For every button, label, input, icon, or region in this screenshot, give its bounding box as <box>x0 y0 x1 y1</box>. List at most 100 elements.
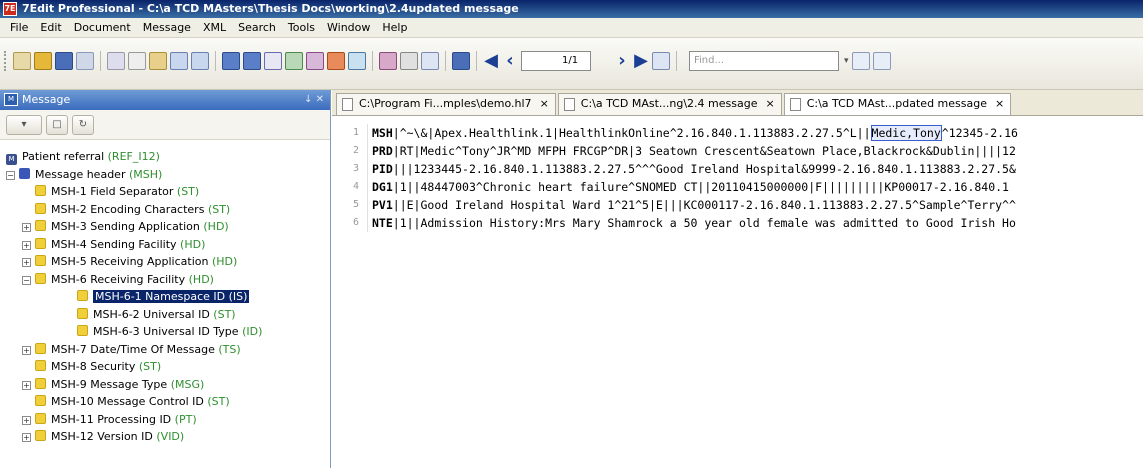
panel-controls[interactable]: ↓ ✕ <box>304 90 324 110</box>
goto-icon[interactable] <box>652 52 670 70</box>
tree-component-item[interactable]: MSH-6-2 Universal ID (ST) <box>0 306 330 324</box>
tree-field-item[interactable]: + MSH-11 Processing ID (PT) <box>0 411 330 429</box>
menu-edit[interactable]: Edit <box>34 18 67 38</box>
copy-icon[interactable] <box>128 52 146 70</box>
message-node-icon: M <box>6 154 17 165</box>
tree-field-item[interactable]: + MSH-3 Sending Application (HD) <box>0 218 330 236</box>
previous-message-icon[interactable]: ‹ <box>502 52 518 70</box>
tab-updated-message[interactable]: C:\a TCD MAst...pdated message × <box>783 93 1012 115</box>
code-text: DG1|1||48447003^Chronic heart failure^SN… <box>368 178 1009 196</box>
first-message-icon[interactable]: ◀ <box>483 52 499 70</box>
tab-close-icon[interactable]: × <box>765 97 774 110</box>
expand-icon[interactable]: + <box>22 258 31 267</box>
tools-icon[interactable] <box>327 52 345 70</box>
print-icon[interactable] <box>400 52 418 70</box>
tree-root[interactable]: M Patient referral (REF_I12) <box>0 148 330 166</box>
code-line[interactable]: 6 NTE|1||Admission History:Mrs Mary Sham… <box>332 214 1143 232</box>
segment-tools-icon[interactable]: ▾ <box>6 114 42 135</box>
selected-node[interactable]: MSH-6-1 Namespace ID (IS) <box>93 290 250 303</box>
menu-window[interactable]: Window <box>321 18 376 38</box>
expand-icon[interactable]: + <box>22 433 31 442</box>
tree-field-item[interactable]: MSH-10 Message Control ID (ST) <box>0 393 330 411</box>
toolbar-grip[interactable] <box>4 51 7 71</box>
collapse-icon[interactable]: − <box>22 275 31 285</box>
open-folder-icon[interactable] <box>34 52 52 70</box>
tree-component-type: (ST) <box>213 307 236 321</box>
editor-area: C:\Program Fi...mples\demo.hl7 × C:\a TCD… <box>332 90 1143 468</box>
tree-field-item[interactable]: MSH-8 Security (ST) <box>0 358 330 376</box>
menu-xml[interactable]: XML <box>197 18 232 38</box>
database-icon[interactable] <box>379 52 397 70</box>
paste-icon[interactable] <box>149 52 167 70</box>
tab-demo-hl7[interactable]: C:\Program Fi...mples\demo.hl7 × <box>336 93 556 115</box>
receive-icon[interactable] <box>306 52 324 70</box>
code-line[interactable]: 3 PID|||1233445-2.16.840.1.113883.2.27.5… <box>332 160 1143 178</box>
collapse-icon[interactable]: □ <box>46 114 68 135</box>
menu-tools[interactable]: Tools <box>282 18 321 38</box>
expand-icon[interactable]: + <box>22 415 31 425</box>
tree-field-item[interactable]: − MSH-6 Receiving Facility (HD) <box>0 271 330 289</box>
toolbar-separator <box>445 51 446 71</box>
tree-field-item[interactable]: MSH-1 Field Separator (ST) <box>0 183 330 201</box>
page-input[interactable]: 1/1 <box>521 51 591 71</box>
print-preview-icon[interactable] <box>421 52 439 70</box>
validate-icon[interactable] <box>264 52 282 70</box>
connect-icon[interactable] <box>348 52 366 70</box>
save-all-icon[interactable] <box>76 52 94 70</box>
next-message-icon[interactable]: › <box>614 52 630 70</box>
find-dropdown-icon[interactable]: ▾ <box>844 56 849 66</box>
tree-field-label: MSH-7 Date/Time Of Message <box>51 342 215 356</box>
tab-close-icon[interactable]: × <box>540 97 549 110</box>
refresh-icon[interactable]: ↻ <box>72 114 94 135</box>
find-icon[interactable] <box>851 52 870 70</box>
code-line[interactable]: 5 PV1||E|Good Ireland Hospital Ward 1^21… <box>332 196 1143 214</box>
tree-field-item[interactable]: + MSH-7 Date/Time Of Message (TS) <box>0 341 330 359</box>
menu-document[interactable]: Document <box>68 18 137 38</box>
tab-close-icon[interactable]: × <box>995 97 1004 110</box>
tree-field-item[interactable]: + MSH-12 Version ID (VID) <box>0 428 330 446</box>
tree-component-item[interactable]: MSH-6-3 Universal ID Type (ID) <box>0 323 330 341</box>
expand-icon[interactable]: + <box>22 345 31 355</box>
field-icon <box>35 220 46 231</box>
component-icon <box>77 307 88 319</box>
code-line[interactable]: 1 MSH|^~\&|Apex.Healthlink.1|HealthlinkO… <box>332 124 1143 142</box>
tree-field-item[interactable]: + MSH-9 Message Type (MSG) <box>0 376 330 394</box>
save-icon[interactable] <box>55 52 73 70</box>
tree-field-type: (HD) <box>180 237 206 251</box>
tree-component-item[interactable]: MSH-6-1 Namespace ID (IS) <box>0 288 330 306</box>
selected-field[interactable]: Medic,Tony <box>870 125 942 141</box>
last-message-icon[interactable]: ▶ <box>633 52 649 70</box>
document-tabs: C:\Program Fi...mples\demo.hl7 × C:\a TCD… <box>332 90 1143 116</box>
tree-field-item[interactable]: + MSH-4 Sending Facility (HD) <box>0 236 330 254</box>
find-next-icon[interactable] <box>872 52 891 70</box>
code-text: PID|||1233445-2.16.840.1.113883.2.27.5^^… <box>368 160 1016 178</box>
tree-segment-msh[interactable]: − Message header (MSH) <box>0 166 330 184</box>
hl7-code-editor[interactable]: 1 MSH|^~\&|Apex.Healthlink.1|HealthlinkO… <box>332 124 1143 232</box>
menu-search[interactable]: Search <box>232 18 282 38</box>
expand-icon[interactable]: + <box>22 223 31 232</box>
undo-icon[interactable] <box>170 52 188 70</box>
segment-name: PID <box>372 162 393 176</box>
expand-icon[interactable]: + <box>22 240 31 250</box>
code-line[interactable]: 4 DG1|1||48447003^Chronic heart failure^… <box>332 178 1143 196</box>
send-icon[interactable] <box>285 52 303 70</box>
menu-message[interactable]: Message <box>137 18 197 38</box>
view-grid-icon[interactable] <box>222 52 240 70</box>
cut-icon[interactable] <box>107 52 125 70</box>
expand-icon[interactable]: + <box>22 380 31 390</box>
menu-file[interactable]: File <box>4 18 34 38</box>
window-icon[interactable] <box>452 52 470 70</box>
tab-2-4-message[interactable]: C:\a TCD MAst...ng\2.4 message × <box>557 93 782 115</box>
tree-field-item[interactable]: MSH-2 Encoding Characters (ST) <box>0 201 330 219</box>
tree-field-item[interactable]: + MSH-5 Receiving Application (HD) <box>0 253 330 271</box>
menu-help[interactable]: Help <box>376 18 413 38</box>
field-icon <box>35 202 46 214</box>
new-document-icon[interactable] <box>13 52 31 70</box>
collapse-icon[interactable]: − <box>6 170 15 180</box>
tree-field-label: MSH-4 Sending Facility <box>51 237 177 251</box>
find-input[interactable]: Find... <box>689 51 839 71</box>
view-tree-icon[interactable] <box>243 52 261 70</box>
redo-icon[interactable] <box>191 52 209 70</box>
panel-header: M Message ↓ ✕ <box>0 90 330 110</box>
code-line[interactable]: 2 PRD|RT|Medic^Tony^JR^MD MFPH FRCGP^DR|… <box>332 142 1143 160</box>
